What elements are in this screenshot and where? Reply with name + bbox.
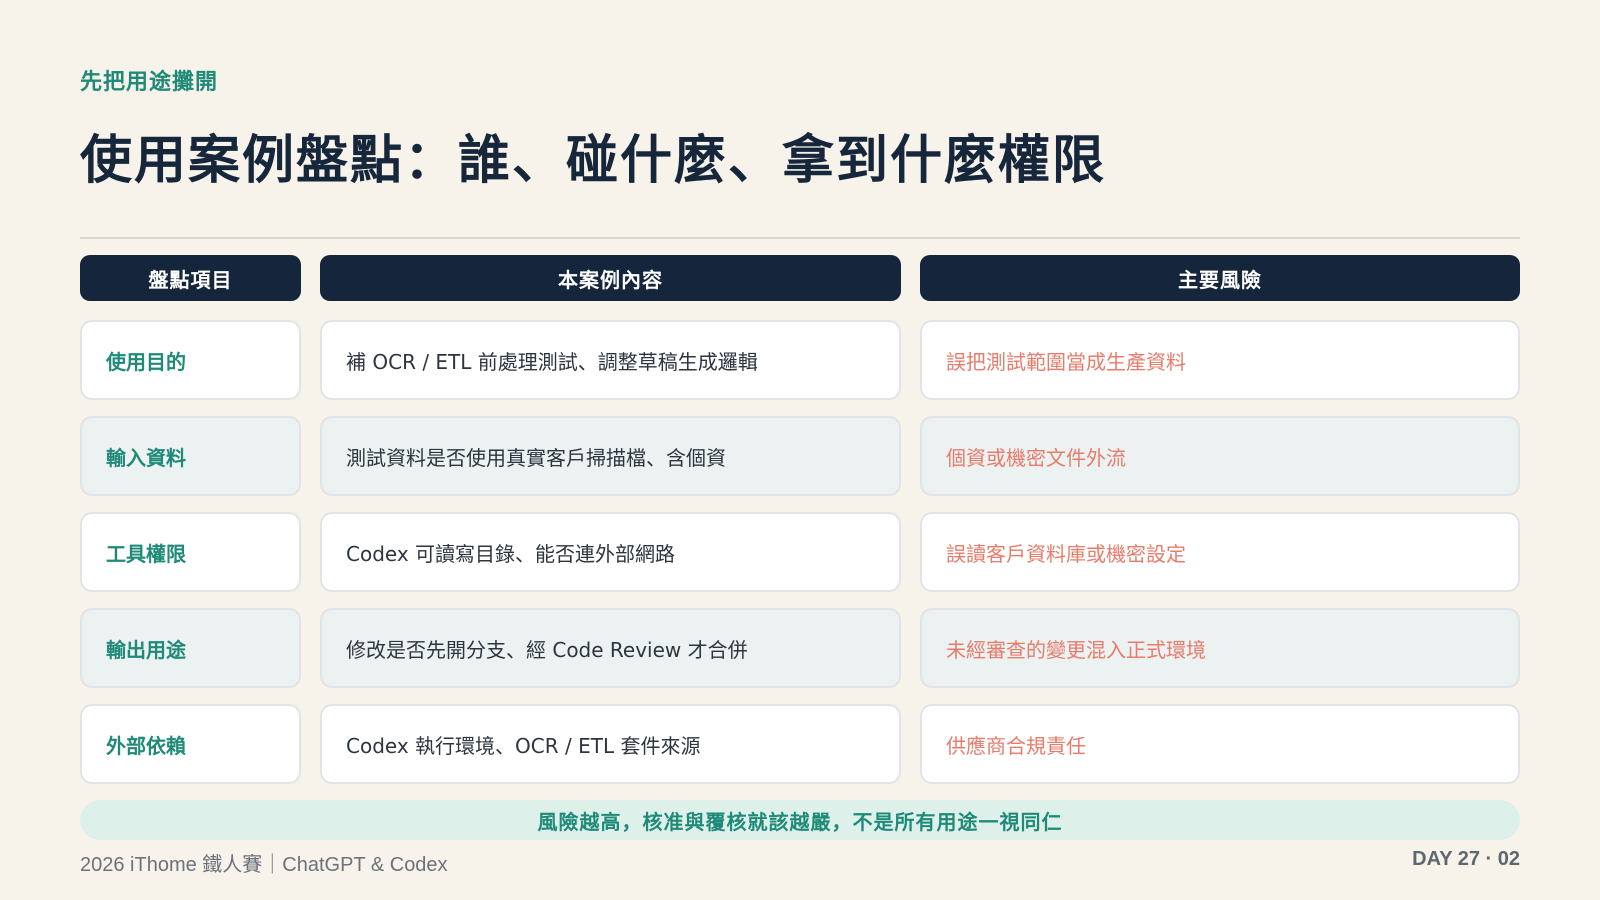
table-row: 使用目的 補 OCR / ETL 前處理測試、調整草稿生成邏輯 誤把測試範圍當成… [0,320,1600,404]
row-item-label: 輸出用途 [80,608,301,688]
row-content: Codex 執行環境、OCR / ETL 套件來源 [320,704,901,784]
slide: 先把用途攤開 使用案例盤點：誰、碰什麼、拿到什麼權限 盤點項目 本案例內容 主要… [0,0,1600,900]
row-risk: 誤讀客戶資料庫或機密設定 [920,512,1520,592]
row-risk: 個資或機密文件外流 [920,416,1520,496]
eyebrow-label: 先把用途攤開 [80,70,219,95]
footer-page-number: DAY 27 · 02 [1412,848,1520,870]
table-header-content: 本案例內容 [320,255,901,301]
table-header-item: 盤點項目 [80,255,301,301]
row-risk: 誤把測試範圍當成生產資料 [920,320,1520,400]
row-content: Codex 可讀寫目錄、能否連外部網路 [320,512,901,592]
row-content: 修改是否先開分支、經 Code Review 才合併 [320,608,901,688]
footer-series-label: 2026 iThome 鐵人賽｜ChatGPT & Codex [80,854,448,876]
table-header-risk: 主要風險 [920,255,1520,301]
table-row: 工具權限 Codex 可讀寫目錄、能否連外部網路 誤讀客戶資料庫或機密設定 [0,512,1600,596]
title-divider [80,237,1520,239]
row-item-label: 輸入資料 [80,416,301,496]
row-content: 測試資料是否使用真實客戶掃描檔、含個資 [320,416,901,496]
row-content: 補 OCR / ETL 前處理測試、調整草稿生成邏輯 [320,320,901,400]
row-risk: 供應商合規責任 [920,704,1520,784]
table-row: 輸出用途 修改是否先開分支、經 Code Review 才合併 未經審查的變更混… [0,608,1600,692]
row-risk: 未經審查的變更混入正式環境 [920,608,1520,688]
row-item-label: 外部依賴 [80,704,301,784]
table-row: 輸入資料 測試資料是否使用真實客戶掃描檔、含個資 個資或機密文件外流 [0,416,1600,500]
summary-banner: 風險越高，核准與覆核就該越嚴，不是所有用途一視同仁 [80,800,1520,840]
page-title: 使用案例盤點：誰、碰什麼、拿到什麼權限 [80,131,1107,191]
row-item-label: 工具權限 [80,512,301,592]
row-item-label: 使用目的 [80,320,301,400]
table-row: 外部依賴 Codex 執行環境、OCR / ETL 套件來源 供應商合規責任 [0,704,1600,788]
